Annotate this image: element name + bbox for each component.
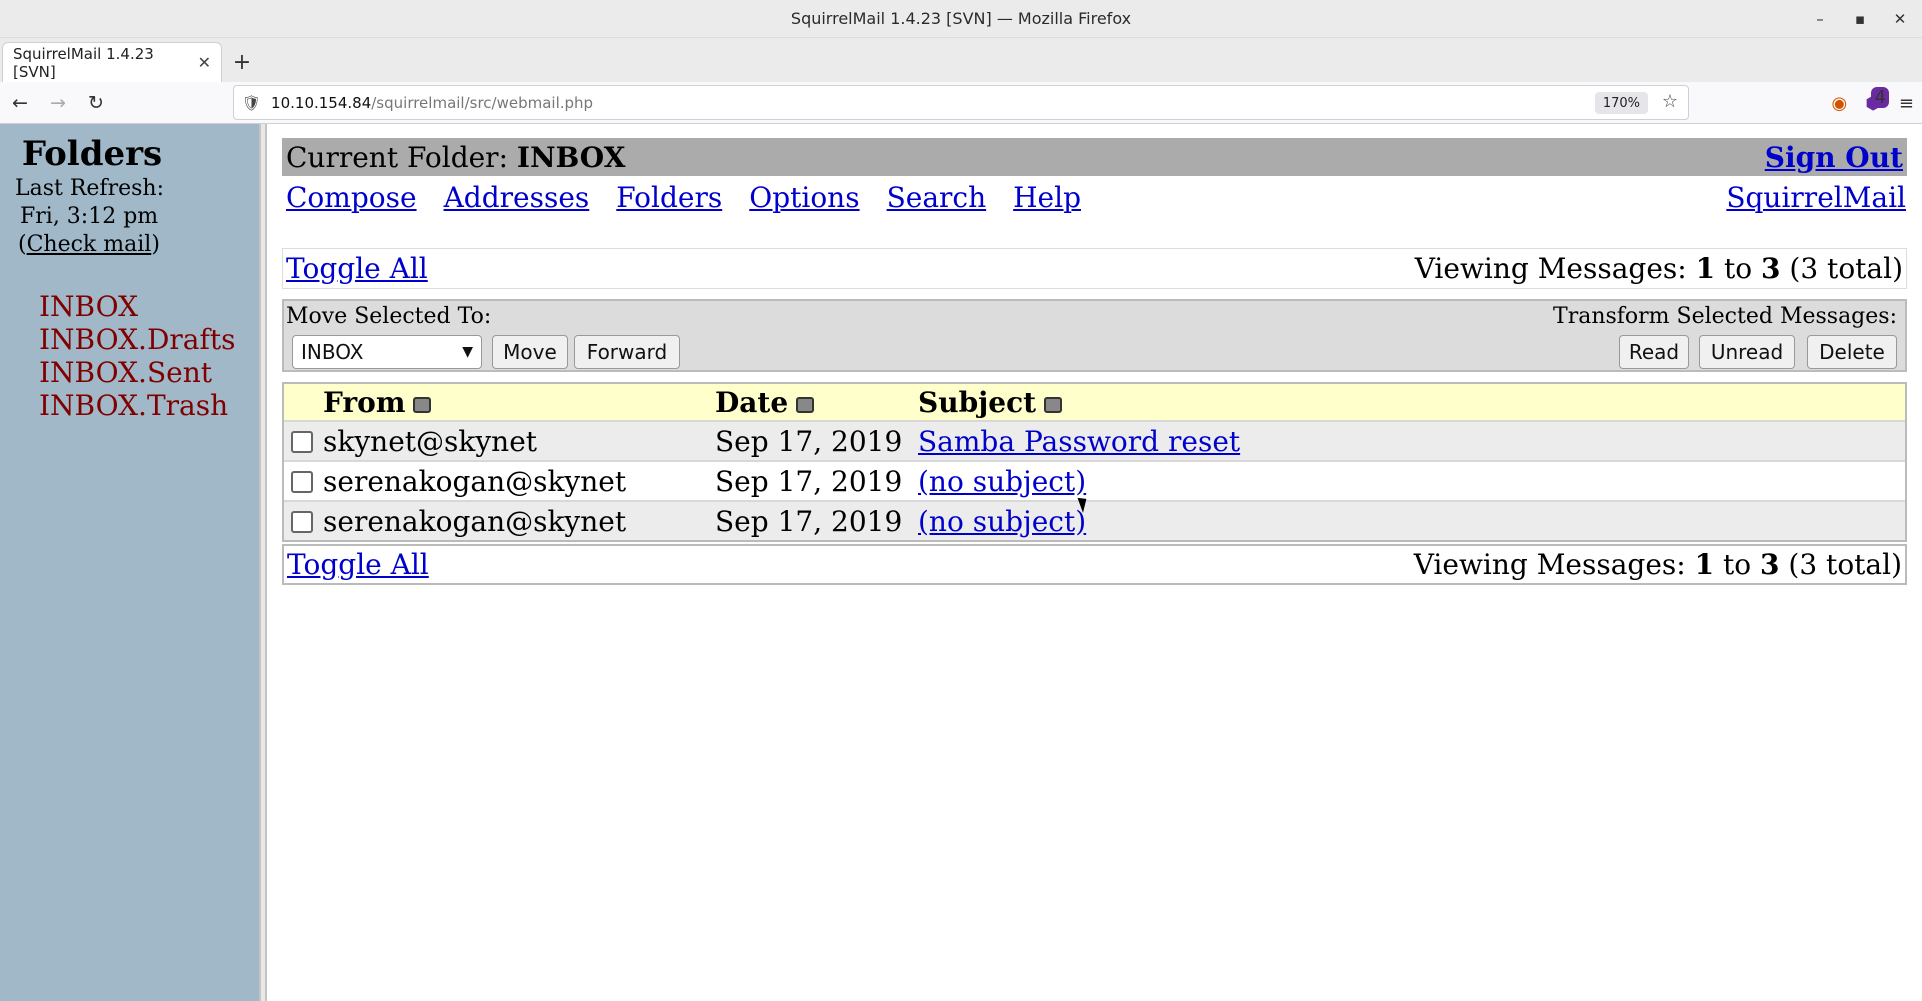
sort-icon[interactable] (413, 396, 432, 413)
frame-divider[interactable] (259, 124, 267, 1001)
message-date: Sep 17, 2019 (715, 425, 903, 458)
folders-sidebar: Folders Last Refresh: Fri, 3:12 pm (Chec… (0, 124, 259, 1001)
window-titlebar: SquirrelMail 1.4.23 [SVN] — Mozilla Fire… (0, 0, 1922, 38)
message-row: skynet@skynet Sep 17, 2019 Samba Passwor… (284, 420, 1905, 460)
mail-main: Current Folder: INBOX Sign Out Compose A… (267, 124, 1922, 1001)
message-subject-link[interactable]: (no subject) (918, 505, 1086, 538)
message-checkbox[interactable] (291, 511, 313, 533)
toggle-bar-bottom: Toggle All Viewing Messages: 1 to 3 (3 t… (282, 544, 1907, 585)
last-refresh-label: Last Refresh: (15, 176, 164, 201)
toggle-all-link[interactable]: Toggle All (286, 252, 428, 285)
bookmark-star-icon[interactable]: ☆ (1662, 91, 1678, 112)
sort-icon[interactable] (796, 396, 815, 413)
current-folder-bar: Current Folder: INBOX Sign Out (282, 138, 1907, 176)
viewing-messages: Viewing Messages: 1 to 3 (3 total) (1414, 252, 1903, 285)
new-tab-icon[interactable]: + (222, 42, 262, 82)
message-subject-link[interactable]: Samba Password reset (918, 425, 1240, 458)
folders-title: Folders (21, 134, 163, 174)
options-link[interactable]: Options (749, 181, 859, 214)
read-button[interactable]: Read (1619, 335, 1689, 369)
viewing-messages: Viewing Messages: 1 to 3 (3 total) (1413, 548, 1902, 581)
shield-icon[interactable]: 🛡 (242, 94, 261, 112)
navigation-bar: ← → ↻ 🛡 10.10.154.84/squirrelmail/src/we… (0, 82, 1922, 124)
message-date: Sep 17, 2019 (715, 505, 903, 538)
squirrelmail-link[interactable]: SquirrelMail (1726, 181, 1906, 214)
close-window-icon[interactable]: ✕ (1892, 10, 1908, 28)
message-list-header: From Date Subject (284, 384, 1905, 420)
column-header-from: From (323, 386, 432, 419)
message-checkbox[interactable] (291, 431, 313, 453)
folder-item-drafts[interactable]: INBOX.Drafts (39, 323, 235, 356)
current-folder-name: INBOX (516, 140, 626, 174)
message-subject-link[interactable]: (no subject) (918, 465, 1086, 498)
chevron-down-icon: ▼ (462, 344, 473, 360)
folder-list: INBOX INBOX.Drafts INBOX.Sent INBOX.Tras… (39, 290, 235, 422)
window-title: SquirrelMail 1.4.23 [SVN] — Mozilla Fire… (790, 9, 1132, 28)
zoom-level-badge[interactable]: 170% (1594, 92, 1648, 114)
column-header-date: Date (715, 386, 815, 419)
addresses-link[interactable]: Addresses (444, 181, 590, 214)
search-link[interactable]: Search (887, 181, 987, 214)
message-row: serenakogan@skynet Sep 17, 2019 (no subj… (284, 460, 1905, 500)
toolbar-right: ◉ ⬢4 ≡ (1831, 82, 1914, 124)
move-button[interactable]: Move (492, 335, 568, 369)
folder-item-trash[interactable]: INBOX.Trash (39, 389, 235, 422)
tab-close-icon[interactable]: ✕ (198, 53, 211, 72)
target-folder-select[interactable]: INBOX ▼ (292, 335, 482, 369)
help-link[interactable]: Help (1013, 181, 1081, 214)
compose-link[interactable]: Compose (286, 181, 417, 214)
url-host: 10.10.154.84 (271, 93, 372, 112)
target-folder-value: INBOX (301, 340, 364, 364)
column-header-subject: Subject (918, 386, 1063, 419)
minimize-icon[interactable]: – (1812, 10, 1828, 28)
forward-icon[interactable]: → (40, 85, 76, 121)
reload-icon[interactable]: ↻ (78, 85, 114, 121)
unread-button[interactable]: Unread (1699, 335, 1795, 369)
extension-icon[interactable]: ◉ (1831, 93, 1847, 114)
move-selected-label: Move Selected To: (286, 304, 492, 329)
current-folder-heading: Current Folder: INBOX (286, 140, 626, 174)
back-icon[interactable]: ← (2, 85, 38, 121)
sign-out-link[interactable]: Sign Out (1765, 141, 1903, 174)
extension-puzzle-icon[interactable]: ⬢4 (1865, 86, 1889, 114)
tab-strip: SquirrelMail 1.4.23 [SVN] ✕ + (0, 38, 1922, 82)
forward-button[interactable]: Forward (574, 335, 680, 369)
url-path: /squirrelmail/src/webmail.php (371, 93, 594, 112)
folder-item-sent[interactable]: INBOX.Sent (39, 356, 235, 389)
folder-item-inbox[interactable]: INBOX (39, 290, 235, 323)
maximize-icon[interactable]: ▪ (1852, 10, 1868, 28)
refresh-time: Fri, 3:12 pm (20, 204, 159, 229)
delete-button[interactable]: Delete (1807, 335, 1897, 369)
folders-link[interactable]: Folders (616, 181, 722, 214)
sort-icon[interactable] (1044, 396, 1063, 413)
message-row: serenakogan@skynet Sep 17, 2019 (no subj… (284, 500, 1905, 540)
url-bar[interactable]: 🛡 10.10.154.84/squirrelmail/src/webmail.… (233, 85, 1689, 120)
message-from: serenakogan@skynet (323, 465, 627, 498)
browser-tab[interactable]: SquirrelMail 1.4.23 [SVN] ✕ (2, 42, 222, 82)
transform-selected-label: Transform Selected Messages: (1553, 304, 1897, 329)
extension-badge: 4 (1871, 86, 1889, 108)
window-controls: – ▪ ✕ (1812, 0, 1908, 38)
message-checkbox[interactable] (291, 471, 313, 493)
main-menu: Compose Addresses Folders Options Search… (286, 177, 1906, 217)
toggle-bar-top: Toggle All Viewing Messages: 1 to 3 (3 t… (282, 248, 1907, 289)
tab-title: SquirrelMail 1.4.23 [SVN] (13, 44, 154, 81)
message-list: From Date Subject skynet@skynet Sep 17, … (282, 382, 1907, 542)
hamburger-menu-icon[interactable]: ≡ (1899, 93, 1914, 114)
message-date: Sep 17, 2019 (715, 465, 903, 498)
check-mail: (Check mail) (18, 232, 160, 257)
check-mail-link[interactable]: Check mail (27, 232, 152, 257)
message-from: skynet@skynet (323, 425, 538, 458)
action-bar: Move Selected To: Transform Selected Mes… (282, 299, 1907, 372)
toggle-all-link[interactable]: Toggle All (287, 548, 429, 581)
page-content: Folders Last Refresh: Fri, 3:12 pm (Chec… (0, 124, 1922, 1001)
message-from: serenakogan@skynet (323, 505, 627, 538)
